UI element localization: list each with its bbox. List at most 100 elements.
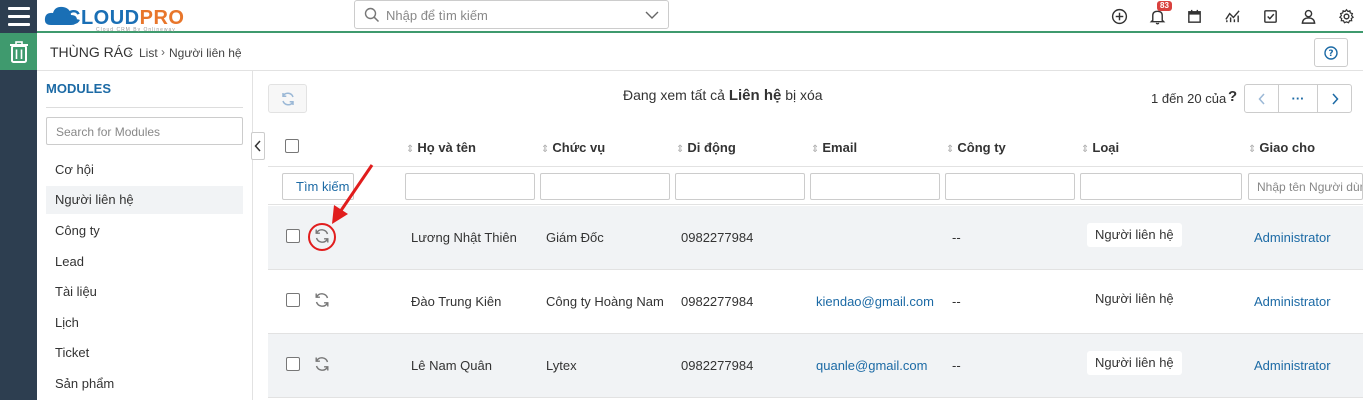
sort-icon: ⇕: [1081, 144, 1090, 155]
sort-icon: ⇕: [406, 144, 415, 155]
cell-type-chip: Người liên hệ: [1087, 351, 1182, 375]
filter-assignee-input[interactable]: Nhập tên Người dùng: [1248, 173, 1363, 200]
modules-search-placeholder: Search for Modules: [56, 125, 161, 139]
cell-company: --: [952, 230, 961, 245]
filter-company-input[interactable]: [945, 173, 1075, 200]
table-header: ⇕ Họ và tên ⇕ Chức vụ ⇕ Di động ⇕ Email ⇕ Côn…: [268, 126, 1363, 167]
column-header-company[interactable]: ⇕ Công ty: [946, 140, 1006, 155]
pager-total-question[interactable]: ?: [1228, 88, 1237, 105]
cell-mobile: 0982277984: [681, 358, 754, 373]
chart-icon[interactable]: [1221, 5, 1243, 27]
sidebar-item-co-hoi[interactable]: Cơ hội: [46, 156, 243, 184]
filter-mobile-input[interactable]: [675, 173, 805, 200]
cell-name[interactable]: Lê Nam Quân: [411, 358, 492, 373]
user-icon[interactable]: [1297, 5, 1319, 27]
assignee-placeholder: Nhập tên Người dùng: [1257, 180, 1363, 194]
calendar-icon[interactable]: [1183, 5, 1205, 27]
sort-icon: ⇕: [676, 144, 685, 155]
filter-email-input[interactable]: [810, 173, 940, 200]
table-row[interactable]: Lương Nhật Thiên Giám Đốc 0982277984 -- …: [268, 206, 1363, 270]
chevron-right-icon: [1331, 92, 1339, 105]
logo-tagline: Cloud CRM By Onlineway: [96, 27, 176, 33]
help-button[interactable]: ?: [1314, 38, 1348, 67]
cell-type-chip: Người liên hệ: [1087, 223, 1182, 247]
search-icon: [364, 7, 380, 23]
viewing-module: Liên hệ: [728, 87, 782, 104]
filter-name-input[interactable]: [405, 173, 535, 200]
top-bar: CLOUDPRO Cloud CRM By Onlineway Nhập để …: [0, 0, 1363, 33]
breadcrumb-list[interactable]: List: [139, 46, 158, 60]
menu-icon[interactable]: [0, 0, 37, 33]
column-header-type[interactable]: ⇕ Loại: [1081, 140, 1119, 155]
cell-mobile: 0982277984: [681, 230, 754, 245]
cell-assignee[interactable]: Administrator: [1254, 358, 1331, 373]
chevron-right-icon: ›: [161, 45, 165, 59]
cell-title: Lytex: [546, 358, 577, 373]
cell-mobile: 0982277984: [681, 294, 754, 309]
table-row[interactable]: Đào Trung Kiên Công ty Hoàng Nam 0982277…: [268, 270, 1363, 334]
row-checkbox[interactable]: [286, 229, 300, 243]
viewing-prefix: Đang xem tất cả: [623, 87, 725, 103]
cell-company: --: [952, 358, 961, 373]
trash-icon[interactable]: [0, 33, 37, 70]
chevron-right-icon: ›: [128, 45, 132, 59]
restore-icon[interactable]: [313, 355, 331, 373]
sidebar-item-tai-lieu[interactable]: Tài liệu: [46, 278, 243, 306]
left-nav-strip: [0, 33, 37, 400]
collapse-sidebar-button[interactable]: [251, 132, 265, 160]
page-title[interactable]: THÙNG RÁC: [50, 44, 133, 60]
cell-name[interactable]: Đào Trung Kiên: [411, 294, 501, 309]
refresh-button[interactable]: [268, 84, 307, 113]
row-checkbox[interactable]: [286, 357, 300, 371]
pager-range: 1 đến 20 của: [1151, 91, 1227, 106]
filter-row: Tìm kiếm Nhập tên Người dùng: [268, 167, 1363, 205]
sidebar-item-lead[interactable]: Lead: [46, 248, 243, 276]
bell-icon[interactable]: 83: [1146, 1, 1172, 27]
cell-title: Giám Đốc: [546, 230, 604, 245]
cell-email[interactable]: kiendao@gmail.com: [816, 294, 934, 309]
sidebar-item-cong-ty[interactable]: Công ty: [46, 217, 243, 245]
modules-search-input[interactable]: Search for Modules: [46, 117, 243, 145]
column-header-mobile[interactable]: ⇕ Di động: [676, 140, 736, 155]
column-header-name[interactable]: ⇕ Họ và tên: [406, 140, 476, 155]
viewing-suffix: bị xóa: [785, 87, 823, 103]
more-pages-button[interactable]: ···: [1278, 84, 1318, 113]
checkbox-icon[interactable]: [1259, 5, 1281, 27]
sidebar-item-lich[interactable]: Lịch: [46, 309, 243, 337]
sidebar-item-nguoi-lien-he[interactable]: Người liên hệ: [46, 186, 243, 214]
viewing-label: Đang xem tất cả Liên hệ bị xóa: [623, 87, 823, 104]
cell-company: --: [952, 294, 961, 309]
column-header-email[interactable]: ⇕ Email: [811, 140, 857, 155]
next-page-button[interactable]: [1317, 84, 1352, 113]
select-all-checkbox[interactable]: [285, 139, 299, 153]
cell-name[interactable]: Lương Nhật Thiên: [411, 230, 517, 245]
plus-circle-icon[interactable]: [1108, 5, 1130, 27]
sort-icon: ⇕: [946, 144, 955, 155]
gear-icon[interactable]: [1335, 5, 1357, 27]
cell-assignee[interactable]: Administrator: [1254, 294, 1331, 309]
chevron-left-icon: [1257, 92, 1265, 105]
divider: [46, 107, 243, 108]
column-header-title[interactable]: ⇕ Chức vụ: [541, 140, 605, 155]
breadcrumb-module[interactable]: Người liên hệ: [169, 46, 242, 60]
filter-title-input[interactable]: [540, 173, 670, 200]
column-header-assignee[interactable]: ⇕ Giao cho: [1248, 140, 1315, 155]
cell-assignee[interactable]: Administrator: [1254, 230, 1331, 245]
question-icon: ?: [1324, 45, 1338, 60]
logo[interactable]: CLOUDPRO Cloud CRM By Onlineway: [44, 2, 194, 33]
sidebar-item-san-pham[interactable]: Sản phẩm: [46, 370, 243, 398]
chevron-down-icon[interactable]: [645, 9, 659, 21]
restore-icon[interactable]: [313, 291, 331, 309]
table-row[interactable]: Lê Nam Quân Lytex 0982277984 quanle@gmai…: [268, 334, 1363, 398]
cell-email[interactable]: quanle@gmail.com: [816, 358, 927, 373]
filter-type-input[interactable]: [1080, 173, 1242, 200]
cell-title: Công ty Hoàng Nam: [546, 294, 664, 309]
sort-icon: ⇕: [811, 144, 820, 155]
modules-title: MODULES: [46, 81, 111, 96]
sidebar-item-ticket[interactable]: Ticket: [46, 339, 243, 367]
previous-page-button[interactable]: [1244, 84, 1279, 113]
row-checkbox[interactable]: [286, 293, 300, 307]
sort-icon: ⇕: [541, 144, 550, 155]
svg-text:?: ?: [1328, 49, 1333, 59]
global-search-input[interactable]: Nhập để tìm kiếm: [354, 0, 669, 29]
